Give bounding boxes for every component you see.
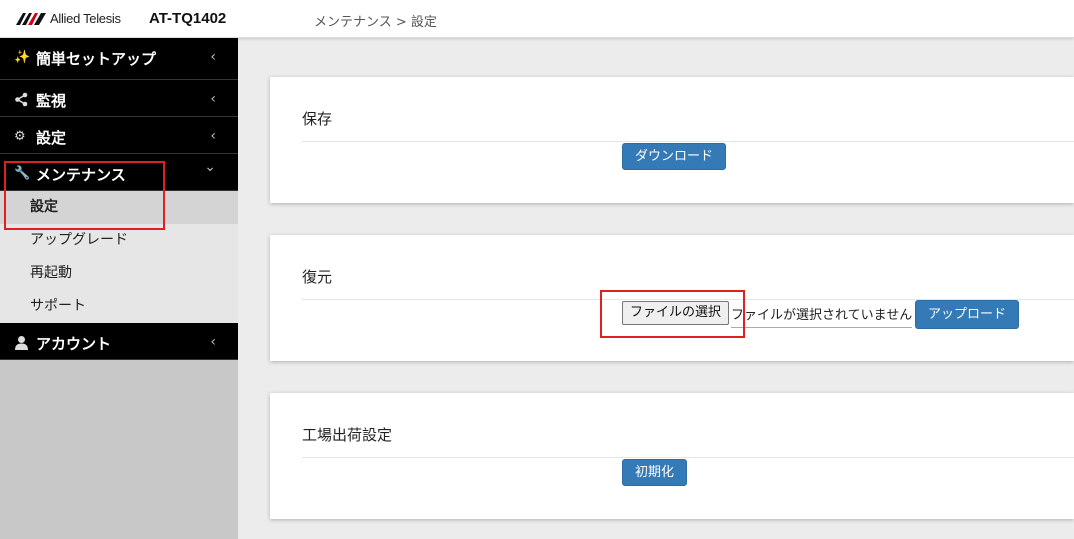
sidebar-item-label: アカウント: [36, 335, 112, 353]
magic-wand-icon: ✨: [14, 50, 31, 65]
file-status: ファイルが選択されていません: [731, 304, 913, 328]
brand-name: Allied Telesis: [50, 11, 121, 26]
sidebar-item-quick-setup[interactable]: ✨ 簡単セットアップ ‹: [0, 38, 238, 80]
chevron-left-icon: ‹: [210, 49, 216, 65]
wrench-icon: 🔧: [14, 166, 31, 181]
factory-reset-title: 工場出荷設定: [302, 426, 393, 444]
sidebar-item-monitor[interactable]: 監視 ‹: [0, 80, 238, 117]
sidebar-item-label: 設定: [36, 129, 67, 147]
divider: [302, 141, 1074, 142]
choose-file-button[interactable]: ファイルの選択: [622, 301, 730, 325]
chevron-down-icon: ⌄: [204, 159, 216, 175]
user-icon: [14, 335, 30, 351]
sidebar-item-label: メンテナンス: [36, 166, 126, 184]
sidebar-item-maintenance[interactable]: 🔧 メンテナンス ⌄: [0, 154, 238, 191]
breadcrumb: メンテナンス > 設定: [314, 15, 437, 30]
sidebar-item-label: 監視: [36, 92, 67, 110]
chevron-left-icon: ‹: [210, 334, 216, 350]
share-icon: [14, 92, 30, 108]
header: Allied Telesis AT-TQ1402 メンテナンス > 設定: [0, 0, 1074, 38]
save-title: 保存: [302, 110, 333, 128]
gear-icon: ⚙: [14, 129, 26, 144]
sidebar-subitem-upgrade[interactable]: アップグレード: [0, 224, 238, 257]
allied-telesis-logo-icon: [16, 12, 46, 25]
initialize-button[interactable]: 初期化: [622, 459, 688, 486]
download-button[interactable]: ダウンロード: [622, 143, 727, 170]
sidebar: ✨ 簡単セットアップ ‹ 監視 ‹ ⚙ 設定 ‹ 🔧 メンテナンス ⌄ 設定 ア…: [0, 38, 238, 539]
sidebar-item-label: 簡単セットアップ: [36, 50, 157, 68]
sidebar-subitem-reboot[interactable]: 再起動: [0, 257, 238, 290]
brand-logo: Allied Telesis: [16, 11, 121, 26]
restore-card: 復元 ファイルの選択 ファイルが選択されていません アップロード: [270, 235, 1074, 361]
divider: [302, 457, 1074, 458]
sidebar-item-account[interactable]: アカウント ‹: [0, 323, 238, 360]
restore-title: 復元: [302, 268, 333, 286]
sidebar-subitem-config[interactable]: 設定: [0, 191, 238, 224]
sidebar-subitem-support[interactable]: サポート: [0, 290, 238, 323]
device-model: AT-TQ1402: [149, 10, 227, 27]
chevron-left-icon: ‹: [210, 128, 216, 144]
factory-reset-card: 工場出荷設定 初期化: [270, 393, 1074, 519]
sidebar-item-settings[interactable]: ⚙ 設定 ‹: [0, 117, 238, 154]
chevron-left-icon: ‹: [210, 91, 216, 107]
upload-button[interactable]: アップロード: [915, 300, 1020, 329]
save-card: 保存 ダウンロード: [270, 77, 1074, 203]
